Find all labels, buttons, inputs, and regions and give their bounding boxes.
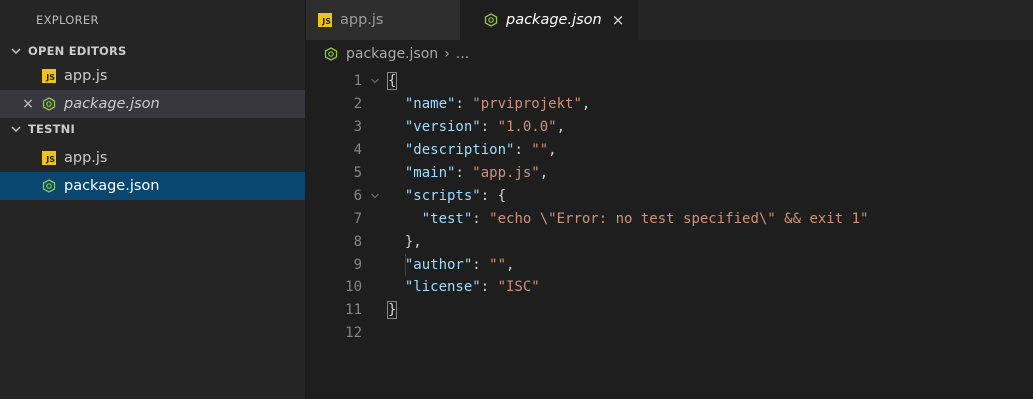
json-key: "author" xyxy=(404,256,473,273)
code-line: 4 "description": "", xyxy=(306,139,1033,162)
tab-app-js[interactable]: JS app.js xyxy=(306,0,460,40)
open-editor-label: package.json xyxy=(64,96,160,112)
line-number: 12 xyxy=(345,325,362,342)
line-number: 5 xyxy=(353,165,362,181)
line-number: 4 xyxy=(353,142,362,159)
nodejs-icon xyxy=(42,97,56,111)
explorer-sidebar: EXPLORER OPEN EDITORS JS app.js × packag… xyxy=(0,0,306,399)
tab-bar: JS app.js package.json × xyxy=(306,0,1033,40)
chevron-down-icon xyxy=(8,123,24,135)
chevron-down-icon xyxy=(8,45,24,57)
code-line: 6 "scripts": { xyxy=(306,184,1033,207)
tree-item-label: app.js xyxy=(64,150,108,166)
open-editor-item-package-json[interactable]: × package.json xyxy=(0,90,305,118)
nodejs-icon xyxy=(324,47,338,61)
line-number: 6 xyxy=(353,187,362,204)
line-number: 3 xyxy=(353,119,362,136)
editor-area: JS app.js package.json × package.json › … xyxy=(306,0,1033,399)
code-line: 11} xyxy=(306,299,1033,322)
folder-label: TESTNI xyxy=(28,122,75,136)
breadcrumb: package.json › ... xyxy=(306,40,1033,68)
code-line: 1 { xyxy=(306,70,1033,93)
code-line: 2 "name": "prviprojekt", xyxy=(306,93,1033,116)
line-number: 8 xyxy=(353,233,362,250)
brace: } xyxy=(386,301,398,320)
breadcrumb-separator: › xyxy=(444,46,450,62)
line-number: 7 xyxy=(353,210,362,227)
json-string: "prviprojekt" xyxy=(472,96,582,113)
json-string: "app.js" xyxy=(472,165,540,181)
json-key: "test" xyxy=(421,210,473,227)
code-line: 12 xyxy=(306,322,1033,345)
explorer-title: EXPLORER xyxy=(36,13,99,27)
tab-label: app.js xyxy=(340,12,384,28)
json-string: "ISC" xyxy=(497,279,540,296)
code-line: 5 "main": "app.js", xyxy=(306,162,1033,185)
json-string: "" xyxy=(489,256,507,273)
json-key: "description" xyxy=(404,142,515,159)
nodejs-icon xyxy=(42,179,56,193)
vscode-window: EXPLORER OPEN EDITORS JS app.js × packag… xyxy=(0,0,1033,399)
brace: }, xyxy=(404,233,422,250)
code-line: 8 }, xyxy=(306,230,1033,253)
js-icon: JS xyxy=(42,151,56,165)
json-string: "1.0.0" xyxy=(497,119,557,136)
json-string: "echo \"Error: no test specified\" && ex… xyxy=(489,210,869,227)
code-line: 7 "test": "echo \"Error: no test specifi… xyxy=(306,207,1033,230)
open-editor-item-app-js[interactable]: JS app.js xyxy=(0,62,305,90)
folder-header-testni[interactable]: TESTNI xyxy=(0,118,305,140)
nodejs-icon xyxy=(484,13,498,27)
tree-item-app-js[interactable]: JS app.js xyxy=(0,144,305,172)
code-editor[interactable]: 1 { 2 "name": "prviprojekt", 3 "version"… xyxy=(306,68,1033,345)
tree-item-label: package.json xyxy=(64,178,160,194)
line-number: 2 xyxy=(353,96,362,113)
json-key: "version" xyxy=(404,119,481,136)
chevron-down-icon[interactable] xyxy=(362,76,388,86)
js-icon: JS xyxy=(318,13,332,27)
close-icon[interactable]: × xyxy=(612,11,625,29)
js-icon: JS xyxy=(42,69,56,83)
open-editor-label: app.js xyxy=(64,68,108,84)
tab-label: package.json xyxy=(506,12,602,28)
tab-package-json[interactable]: package.json × xyxy=(460,0,638,40)
breadcrumb-more[interactable]: ... xyxy=(456,46,469,62)
json-string: "" xyxy=(531,142,549,159)
close-icon[interactable]: × xyxy=(18,96,38,112)
line-number: 11 xyxy=(345,302,362,319)
breadcrumb-file[interactable]: package.json xyxy=(346,46,438,62)
open-editors-label: OPEN EDITORS xyxy=(28,44,127,58)
json-key: "license" xyxy=(404,279,481,296)
json-key: "main" xyxy=(404,165,456,181)
line-number: 9 xyxy=(353,256,362,273)
chevron-down-icon[interactable] xyxy=(362,191,388,201)
code-line: 9 "author": "", xyxy=(306,253,1033,276)
code-line: 3 "version": "1.0.0", xyxy=(306,116,1033,139)
open-editors-header[interactable]: OPEN EDITORS xyxy=(0,40,305,62)
tree-item-package-json[interactable]: package.json xyxy=(0,172,305,200)
code-line: 10 "license": "ISC" xyxy=(306,276,1033,299)
indent-guide xyxy=(405,254,406,276)
line-number: 1 xyxy=(353,73,362,90)
json-key: "name" xyxy=(404,96,456,113)
line-number: 10 xyxy=(345,279,362,296)
brace: { xyxy=(386,72,398,91)
json-key: "scripts" xyxy=(404,187,481,204)
